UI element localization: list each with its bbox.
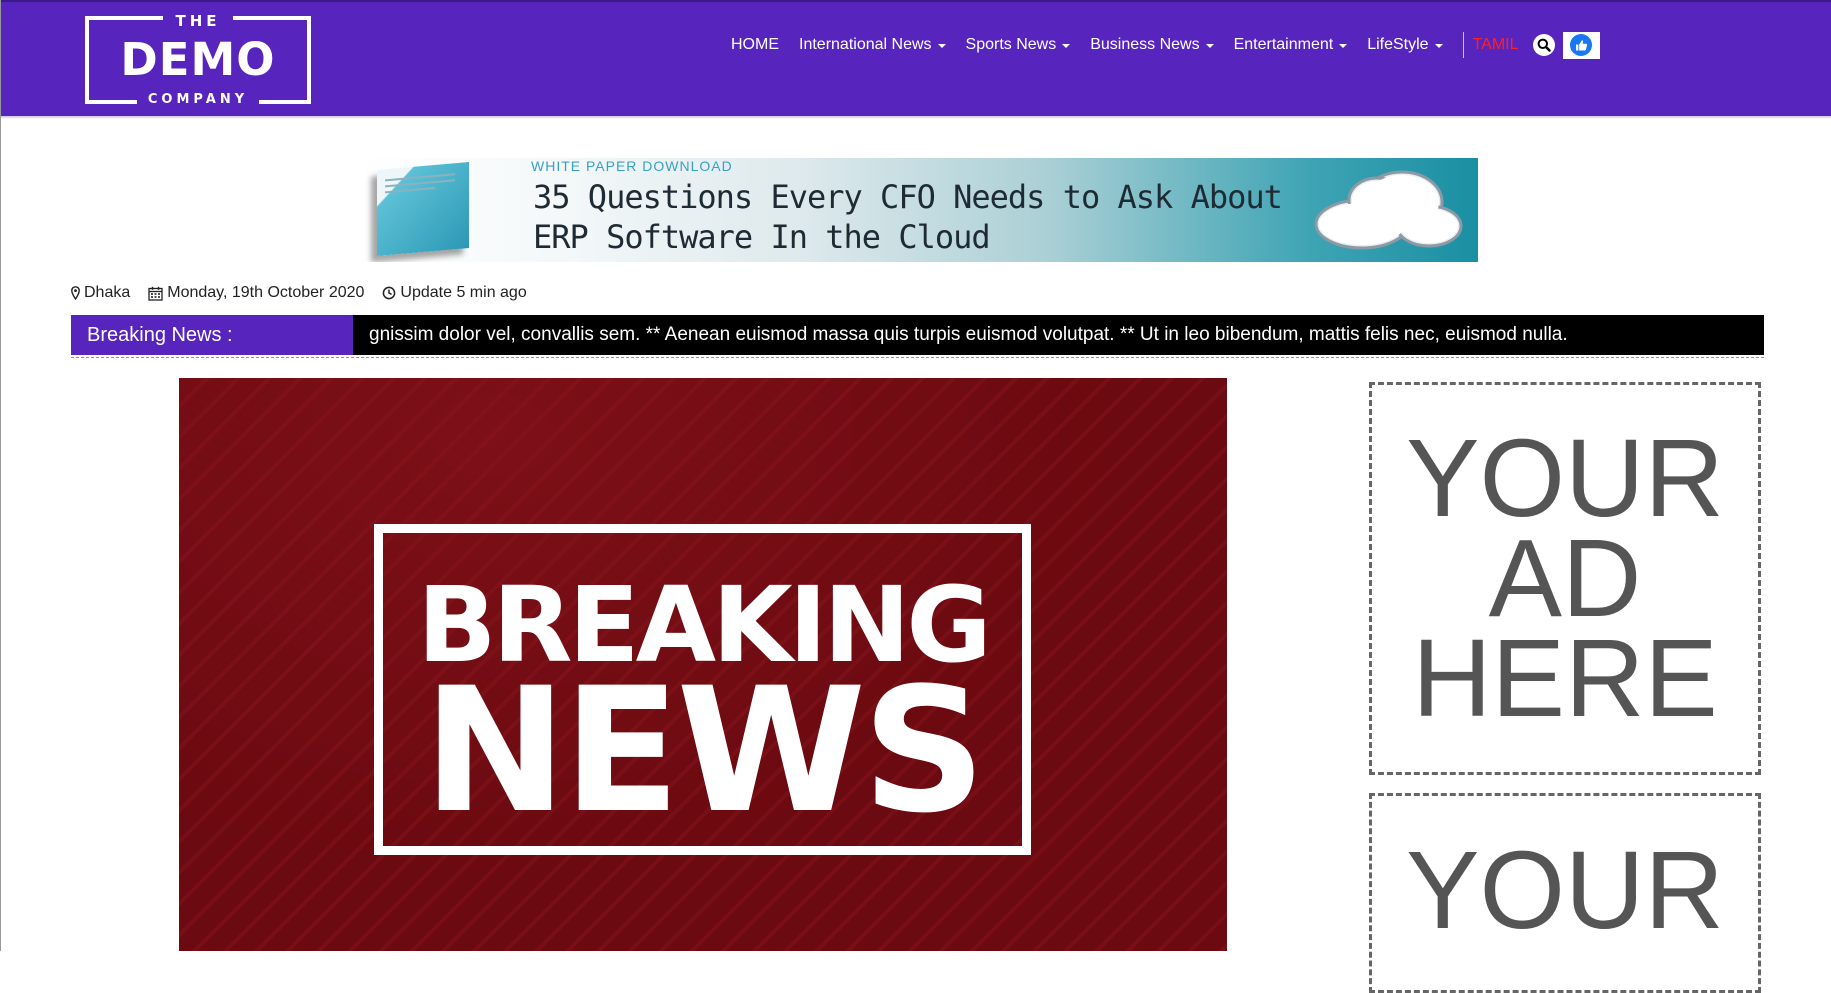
banner-headline-1: 35 Questions Every CFO Needs to Ask Abou… — [533, 178, 1283, 216]
caret-down-icon — [937, 44, 946, 48]
logo-the: THE — [175, 12, 221, 30]
update-text: Update 5 min ago — [400, 284, 527, 301]
nav-home[interactable]: HOME — [731, 36, 779, 54]
logo-company: COMPANY — [147, 92, 249, 107]
ticker-label: Breaking News : — [71, 315, 353, 355]
date-text: Monday, 19th October 2020 — [167, 284, 365, 301]
calendar-icon — [148, 286, 163, 301]
caret-down-icon — [1205, 44, 1214, 48]
nav-business-news[interactable]: Business News — [1090, 36, 1214, 54]
ticker-text[interactable]: gnissim dolor vel, convallis sem. ** Aen… — [369, 315, 1568, 355]
nav-entertainment[interactable]: Entertainment — [1234, 36, 1348, 54]
top-navbar: THE DEMO COMPANY HOME International News… — [1, 0, 1831, 116]
map-marker-icon — [71, 286, 80, 300]
caret-down-icon — [1062, 44, 1071, 48]
main-nav: HOME International News Sports News Busi… — [731, 31, 1600, 59]
banner-eyebrow: WHITE PAPER DOWNLOAD — [531, 158, 733, 174]
facebook-like-icon — [1575, 39, 1587, 50]
ticker-divider — [71, 357, 1764, 358]
whitepaper-book-image — [377, 161, 469, 257]
logo-demo: DEMO — [120, 33, 276, 86]
facebook-like-button[interactable] — [1562, 31, 1600, 59]
sidebar-ad-placeholder-2[interactable]: YOUR — [1369, 793, 1761, 993]
breaking-news-ticker[interactable]: Breaking News : gnissim dolor vel, conva… — [71, 315, 1764, 355]
clock-icon — [383, 286, 396, 300]
caret-down-icon — [1434, 44, 1443, 48]
hero-word-news: NEWS — [422, 650, 986, 851]
nav-sports-news[interactable]: Sports News — [966, 36, 1071, 54]
location-text: Dhaka — [84, 284, 131, 301]
nav-lifestyle[interactable]: LifeStyle — [1367, 36, 1443, 54]
cloud-icon — [1314, 170, 1463, 250]
caret-down-icon — [1339, 44, 1348, 48]
meta-row: Dhaka Monday, 19th October 2020 Update 5… — [71, 284, 545, 302]
search-button[interactable] — [1532, 34, 1555, 56]
banner-headline-2: ERP Software In the Cloud — [533, 218, 991, 256]
site-logo[interactable]: THE DEMO COMPANY — [85, 12, 311, 108]
nav-divider — [1462, 32, 1464, 58]
hero-frame: BREAKING NEWS — [374, 524, 1031, 855]
search-icon — [1537, 38, 1551, 52]
banner-ad[interactable]: WHITE PAPER DOWNLOAD 35 Questions Every … — [357, 158, 1478, 262]
language-link-tamil[interactable]: TAMIL — [1473, 36, 1519, 54]
sidebar-ad-placeholder[interactable]: YOUR AD HERE — [1369, 382, 1761, 775]
nav-international-news[interactable]: International News — [799, 36, 946, 54]
breaking-news-hero-image[interactable]: BREAKING NEWS — [179, 378, 1227, 951]
